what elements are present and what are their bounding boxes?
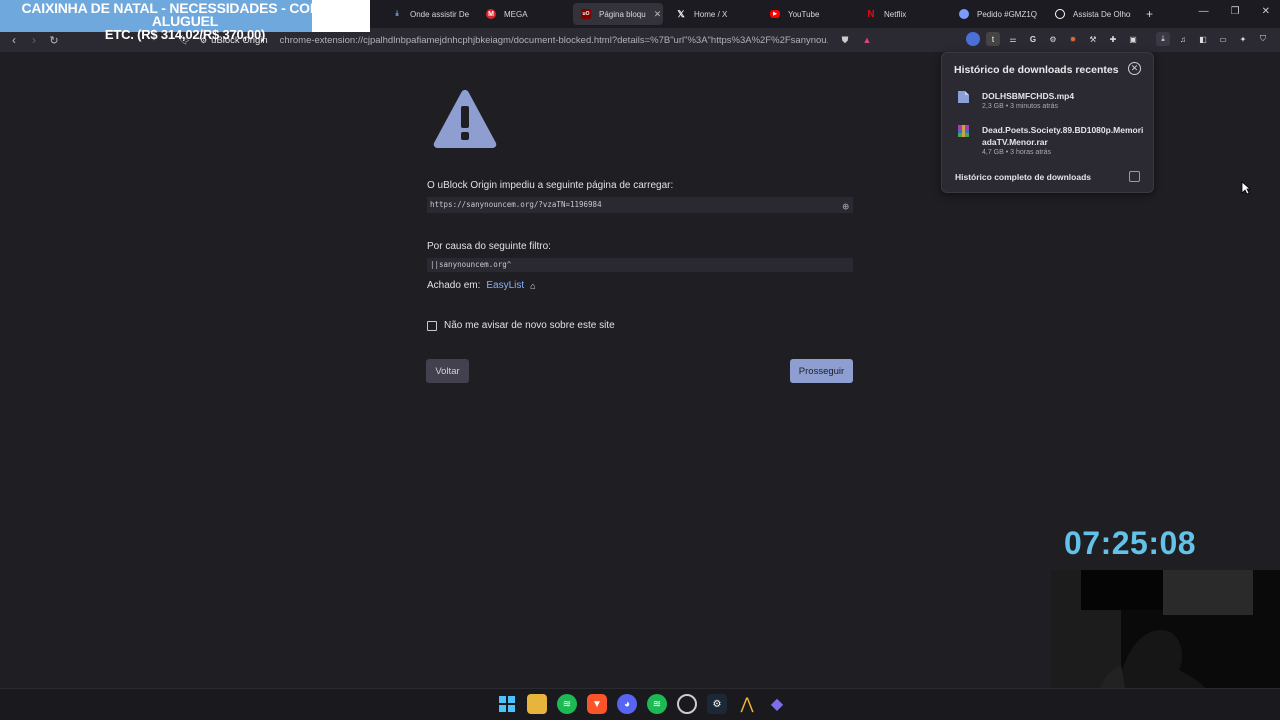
file-explorer-icon[interactable] [527,694,547,714]
ublock-icon: uO [581,9,591,19]
extension-icon[interactable]: ⚌ [1006,32,1020,46]
download-name-line-1: Dead.Poets.Society.89.BD1080p.Memori [982,125,1144,135]
new-tab-button[interactable]: + [1146,3,1158,25]
download-meta: 2,3 GB • 3 minutos atrás [982,103,1058,110]
extension-icon[interactable]: ⚙ [1046,32,1060,46]
extension-icon[interactable]: t [986,32,1000,46]
x-icon: 𝕏 [677,8,685,19]
spotify-icon[interactable]: ≋ [647,694,667,714]
full-history-link[interactable]: Histórico completo de downloads [955,172,1091,182]
tab-pedido[interactable]: Pedido #GMZ1Q [959,3,1037,25]
download-icon: ⤓ [395,10,399,17]
windows-start-icon[interactable] [497,694,517,714]
blocked-url: https://sanynouncem.org/?vzaTN=1196984 [430,200,602,209]
extension-icon[interactable]: ⚒ [1086,32,1100,46]
mouse-cursor [1241,181,1251,195]
tab-x[interactable]: 𝕏 Home / X [676,3,746,25]
downloads-title: Histórico de downloads recentes [954,64,1119,76]
brave-rewards-icon[interactable]: ▲ [862,35,871,45]
site-icon [1055,9,1065,19]
filter-box: ||sanynouncem.org^ [427,258,853,272]
extensions-puzzle-icon[interactable]: ✚ [1106,32,1120,46]
extension-icon[interactable] [966,32,980,46]
back-button[interactable]: Voltar [426,359,469,383]
leo-ai-icon[interactable]: ✦ [1236,32,1250,46]
minimize-icon[interactable]: — [1199,6,1209,17]
found-label: Achado em: [427,280,481,291]
file-icon [958,91,969,103]
wallet-icon[interactable]: ▭ [1216,32,1230,46]
proceed-button[interactable]: Prosseguir [790,359,853,383]
banner-overlay [312,0,370,32]
easylist-link[interactable]: EasyList [486,280,524,291]
zoom-in-icon[interactable]: ⊕ [842,199,849,215]
download-name-line-2: adaTV.Menor.rar [982,137,1048,147]
tab-close-icon[interactable]: ✕ [654,9,662,20]
vpn-shield-icon[interactable]: ⛉ [1256,32,1270,46]
brave-shield-icon[interactable]: ⛊ [842,35,849,46]
tab-youtube[interactable]: ▶ YouTube [770,3,840,25]
tab-label: Home / X [694,9,728,19]
menu-icon[interactable]: ≡ [1276,32,1280,46]
steam-icon[interactable]: ⚙ [707,694,727,714]
downloads-icon[interactable]: ⤓ [1156,32,1170,46]
app-diamond-icon[interactable]: ◆ [767,694,787,714]
dont-warn-checkbox[interactable] [427,320,437,331]
extension-icon[interactable]: ✹ [1066,32,1080,46]
taskbar-icons: ≋ ▼ ◕ ≋ ⚙ ⋀ ◆ [497,694,787,714]
tab-label: Onde assistir De [410,9,470,19]
tab-mega[interactable]: M MEGA [486,3,556,25]
mega-icon: M [486,9,496,19]
downloads-panel: Histórico de downloads recentes ✕ DOLHSB… [941,52,1154,193]
tab-pagina-bloqueada[interactable]: uO Página bloqu ✕ [573,3,663,25]
download-meta: 4,7 GB • 3 horas atrás [982,149,1051,156]
found-in: Achado em: EasyList ⌂ [427,280,536,291]
download-item[interactable]: Dead.Poets.Society.89.BD1080p.Memori ada… [957,124,1147,156]
discord-icon[interactable]: ◕ [617,694,637,714]
tab-label: Assista De Olhos [1073,9,1131,19]
download-item[interactable]: DOLHSBMFCHDS.mp4 2,3 GB • 3 minutos atrá… [957,90,1147,110]
tab-onde-assistir[interactable]: ⤓ Onde assistir De [392,3,470,25]
warning-icon [433,90,497,148]
rar-archive-icon [958,125,969,137]
tab-label: Netflix [884,9,907,19]
dont-warn-label: Não me avisar de novo sobre este site [444,320,615,331]
tab-label: Página bloqu [599,9,646,19]
close-window-icon[interactable]: ✕ [1262,6,1270,17]
blocked-url-box: https://sanynouncem.org/?vzaTN=1196984 ⊕ [427,197,853,213]
google-icon[interactable]: G [1026,32,1040,46]
close-icon[interactable]: ✕ [1128,62,1141,75]
tab-assista[interactable]: Assista De Olhos [1055,3,1131,25]
obs-icon[interactable] [677,694,697,714]
dont-warn-row[interactable]: Não me avisar de novo sobre este site [427,320,615,331]
clock-overlay: 07:25:08 [1064,525,1197,561]
tab-strip: CAIXINHA DE NATAL - NECESSIDADES - COMID… [0,0,1280,41]
music-icon[interactable]: ♫ [1176,32,1190,46]
tab-netflix[interactable]: N Netflix [866,3,936,25]
open-external-icon[interactable] [1129,171,1140,182]
globe-icon [959,9,969,19]
banner-line-1: CAIXINHA DE NATAL - NECESSIDADES - COMID… [21,0,349,29]
maximize-icon[interactable]: ❐ [1231,6,1240,17]
youtube-icon: ▶ [770,10,780,18]
game-launcher-icon[interactable]: ⋀ [737,694,757,714]
screenshot-icon[interactable]: ▣ [1126,32,1140,46]
tab-label: YouTube [788,9,820,19]
window-controls: — ❐ ✕ [1199,6,1270,17]
home-icon[interactable]: ⌂ [530,281,535,291]
spotify-icon[interactable]: ≋ [557,694,577,714]
filter-label: Por causa do seguinte filtro: [427,241,551,252]
blocked-label: O uBlock Origin impediu a seguinte págin… [427,180,674,191]
sidebar-icon[interactable]: ◧ [1196,32,1210,46]
filter-text: ||sanynouncem.org^ [430,260,512,269]
tab-label: Pedido #GMZ1Q [977,9,1037,19]
taskbar: ≋ ▼ ◕ ≋ ⚙ ⋀ ◆ [0,688,1280,720]
download-name: DOLHSBMFCHDS.mp4 [982,91,1075,101]
tab-label: MEGA [504,9,528,19]
extension-icons: t ⚌ G ⚙ ✹ ⚒ ✚ ▣ ⤓ ♫ ◧ ▭ ✦ ⛉ ≡ [966,32,1280,46]
brave-browser-icon[interactable]: ▼ [587,694,607,714]
netflix-icon: N [867,8,875,20]
